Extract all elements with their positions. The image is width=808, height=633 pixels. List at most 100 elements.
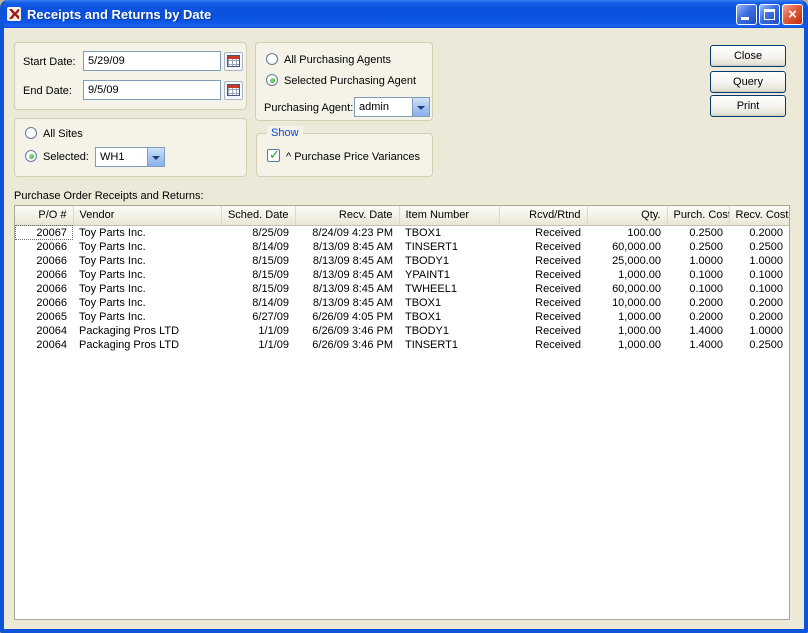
- app-icon: [6, 6, 22, 22]
- end-date-input[interactable]: [83, 80, 221, 100]
- column-header[interactable]: Purch. Cost: [667, 206, 730, 226]
- table-row[interactable]: 20067 Toy Parts Inc. 8/25/09 8/24/09 4:23 P…: [15, 225, 789, 240]
- table-cell: 0.2500: [689, 226, 723, 239]
- table-cell: TINSERT1: [405, 240, 458, 253]
- table-cell: 6/26/09 3:46 PM: [312, 338, 393, 351]
- column-header[interactable]: Recv. Date: [295, 206, 400, 226]
- table-cell: Received: [535, 310, 581, 323]
- table-row[interactable]: 20064 Packaging Pros LTD 1/1/09 6/26/09 3:4…: [15, 324, 789, 338]
- end-date-calendar-button[interactable]: [224, 81, 243, 100]
- table-cell: 8/15/09: [252, 282, 289, 295]
- column-header[interactable]: P/O #: [15, 206, 74, 226]
- table-cell: 25,000.00: [612, 254, 661, 267]
- table-cell: 1.0000: [749, 324, 783, 337]
- table-cell: 1/1/09: [258, 338, 289, 351]
- table-cell: 1,000.00: [618, 268, 661, 281]
- table-row[interactable]: 20066 Toy Parts Inc. 8/15/09 8/13/09 8:45 A…: [15, 282, 789, 296]
- query-button[interactable]: Query: [710, 71, 786, 93]
- column-header[interactable]: Rcvd/Rtnd: [499, 206, 588, 226]
- table-cell: 1.4000: [689, 338, 723, 351]
- table-cell: 1,000.00: [618, 324, 661, 337]
- table-cell: Toy Parts Inc.: [79, 282, 146, 295]
- chevron-down-icon[interactable]: [147, 148, 164, 166]
- table-cell: Toy Parts Inc.: [79, 296, 146, 309]
- table-cell: Received: [535, 254, 581, 267]
- table-cell: 20067: [15, 225, 73, 240]
- table-cell: 0.1000: [749, 268, 783, 281]
- purchasing-agent-value: admin: [359, 101, 389, 113]
- end-date-label: End Date:: [23, 85, 72, 97]
- close-icon: ×: [788, 5, 797, 23]
- table-cell: 0.2000: [749, 226, 783, 239]
- table-cell: Packaging Pros LTD: [79, 338, 180, 351]
- minimize-button[interactable]: [736, 3, 757, 25]
- purchasing-agent-select[interactable]: admin: [354, 97, 430, 117]
- close-button[interactable]: Close: [710, 45, 786, 67]
- table-cell: YPAINT1: [405, 268, 451, 281]
- table-cell: 20066: [36, 282, 67, 295]
- table-cell: 20066: [36, 240, 67, 253]
- column-header[interactable]: Sched. Date: [221, 206, 296, 226]
- purchasing-agent-field-label: Purchasing Agent:: [264, 102, 354, 114]
- table-cell: 8/15/09: [252, 268, 289, 281]
- column-header[interactable]: Recv. Cost: [729, 206, 789, 226]
- purchasing-agent-group: All Purchasing Agents Selected Purchasin…: [255, 42, 433, 121]
- selected-site-radio[interactable]: [25, 150, 37, 162]
- table-cell: TBOX1: [405, 226, 442, 239]
- column-header[interactable]: Qty.: [587, 206, 668, 226]
- chevron-down-icon[interactable]: [412, 98, 429, 116]
- table-cell: 20064: [36, 324, 67, 337]
- table-row[interactable]: 20064 Packaging Pros LTD 1/1/09 6/26/09 3:4…: [15, 338, 789, 352]
- table-cell: 0.2500: [749, 240, 783, 253]
- table-cell: 20066: [36, 268, 67, 281]
- all-sites-radio[interactable]: [25, 127, 37, 139]
- table-cell: Toy Parts Inc.: [79, 254, 146, 267]
- table-row[interactable]: 20066 Toy Parts Inc. 8/14/09 8/13/09 8:45 A…: [15, 296, 789, 310]
- show-group: Show ^ Purchase Price Variances: [256, 126, 433, 177]
- purchase-price-variances-checkbox[interactable]: [267, 147, 280, 163]
- column-header[interactable]: Item Number: [399, 206, 500, 226]
- table-row[interactable]: 20066 Toy Parts Inc. 8/14/09 8/13/09 8:45 A…: [15, 240, 789, 254]
- receipts-table: P/O # Vendor Sched. Date Recv. Date Item Num…: [15, 206, 789, 352]
- table-cell: Toy Parts Inc.: [79, 310, 146, 323]
- start-date-calendar-button[interactable]: [224, 52, 243, 71]
- table-cell: 1,000.00: [618, 310, 661, 323]
- table-cell: 0.2500: [749, 338, 783, 351]
- table-cell: 1,000.00: [618, 338, 661, 351]
- sites-group: All Sites Selected: WH1: [14, 118, 247, 177]
- header-row: P/O # Vendor Sched. Date Recv. Date Item Num…: [15, 206, 789, 226]
- start-date-input[interactable]: [83, 51, 221, 71]
- site-select[interactable]: WH1: [95, 147, 165, 167]
- close-window-button[interactable]: ×: [782, 3, 803, 25]
- titlebar[interactable]: Receipts and Returns by Date ×: [4, 0, 804, 28]
- table-cell: Received: [535, 296, 581, 309]
- all-purchasing-agents-label: All Purchasing Agents: [284, 54, 392, 66]
- receipts-grid: P/O # Vendor Sched. Date Recv. Date Item Num…: [14, 205, 790, 620]
- all-purchasing-agents-radio[interactable]: [266, 53, 278, 65]
- table-row[interactable]: 20066 Toy Parts Inc. 8/15/09 8/13/09 8:45 A…: [15, 268, 789, 282]
- selected-purchasing-agent-radio[interactable]: [266, 74, 278, 86]
- table-cell: 0.1000: [689, 268, 723, 281]
- selected-site-label: Selected:: [43, 151, 89, 163]
- table-row[interactable]: 20066 Toy Parts Inc. 8/15/09 8/13/09 8:45 A…: [15, 254, 789, 268]
- table-cell: 1.0000: [689, 254, 723, 267]
- table-cell: 8/13/09 8:45 AM: [312, 296, 393, 309]
- table-cell: 6/27/09: [252, 310, 289, 323]
- table-row[interactable]: 20065 Toy Parts Inc. 6/27/09 6/26/09 4:05 P…: [15, 310, 789, 324]
- table-cell: 10,000.00: [612, 296, 661, 309]
- table-cell: 8/13/09 8:45 AM: [312, 254, 393, 267]
- receipts-table-body: 20067 Toy Parts Inc. 8/25/09 8/24/09 4:23 P…: [15, 225, 789, 352]
- maximize-button[interactable]: [759, 3, 780, 25]
- column-header[interactable]: Vendor: [73, 206, 222, 226]
- table-cell: 1/1/09: [258, 324, 289, 337]
- table-cell: 6/26/09 3:46 PM: [312, 324, 393, 337]
- table-cell: 8/14/09: [252, 240, 289, 253]
- table-cell: Received: [535, 226, 581, 239]
- table-cell: TBOX1: [405, 296, 442, 309]
- table-cell: 0.2000: [749, 310, 783, 323]
- table-cell: Received: [535, 282, 581, 295]
- table-cell: Received: [535, 338, 581, 351]
- table-cell: 100.00: [627, 226, 661, 239]
- window-title: Receipts and Returns by Date: [27, 6, 212, 22]
- print-button[interactable]: Print: [710, 95, 786, 117]
